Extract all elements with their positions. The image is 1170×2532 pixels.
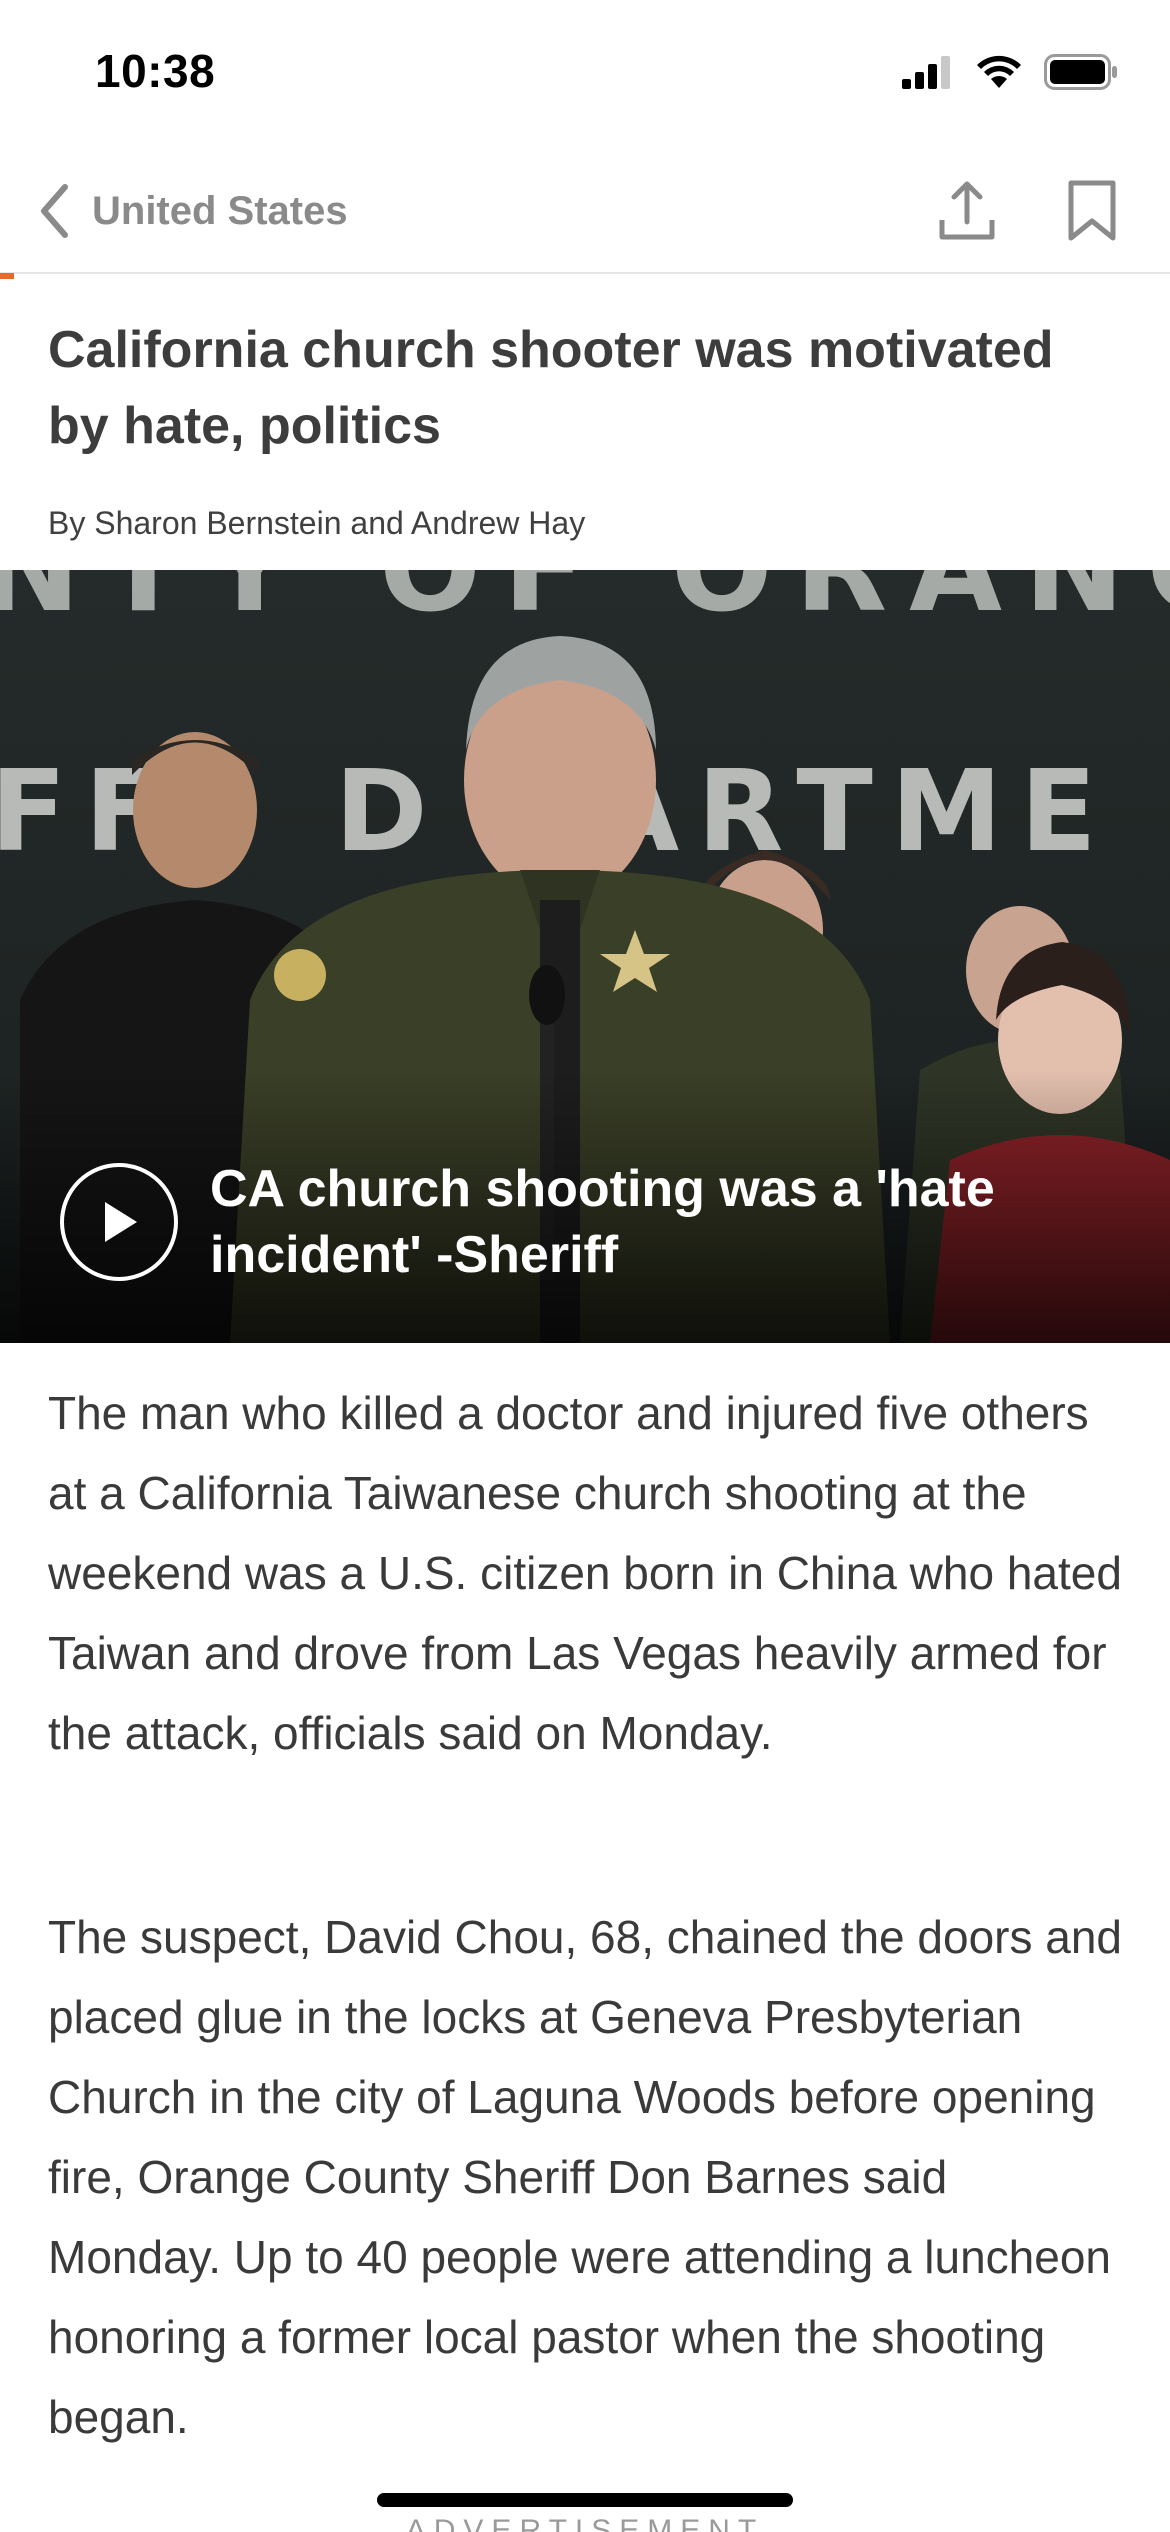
- cellular-signal-icon: [902, 56, 950, 89]
- article-screen: 10:38 United States California church sh…: [0, 0, 1170, 2532]
- battery-icon: [1044, 54, 1117, 90]
- article-byline: By Sharon Bernstein and Andrew Hay: [48, 505, 586, 541]
- nav-actions: [938, 176, 1118, 246]
- back-button[interactable]: United States: [38, 176, 348, 246]
- back-label: United States: [92, 188, 348, 233]
- advertisement-label: ADVERTISEMENT: [405, 2514, 765, 2532]
- play-icon: [105, 1202, 137, 1242]
- backdrop-text-top: NTY OF ORANG: [0, 570, 1170, 639]
- play-button[interactable]: [60, 1163, 178, 1281]
- home-indicator[interactable]: [377, 2493, 793, 2507]
- status-bar: 10:38: [0, 0, 1170, 150]
- video-title: CA church shooting was a 'hate incident'…: [210, 1160, 995, 1284]
- article-paragraph: The suspect, David Chou, 68, chained the…: [48, 1911, 1123, 2443]
- article-paragraph: The man who killed a doctor and injured …: [48, 1387, 1122, 1759]
- wifi-icon: [977, 55, 1021, 88]
- reading-progress-bar: [0, 273, 14, 279]
- share-icon[interactable]: [938, 180, 996, 242]
- article-headline: California church shooter was motivated …: [48, 321, 1054, 455]
- bookmark-icon[interactable]: [1066, 179, 1118, 243]
- nav-bar: United States: [0, 150, 1170, 274]
- status-icons: [902, 52, 1118, 92]
- status-time: 10:38: [95, 45, 216, 97]
- chevron-left-icon: [41, 184, 68, 238]
